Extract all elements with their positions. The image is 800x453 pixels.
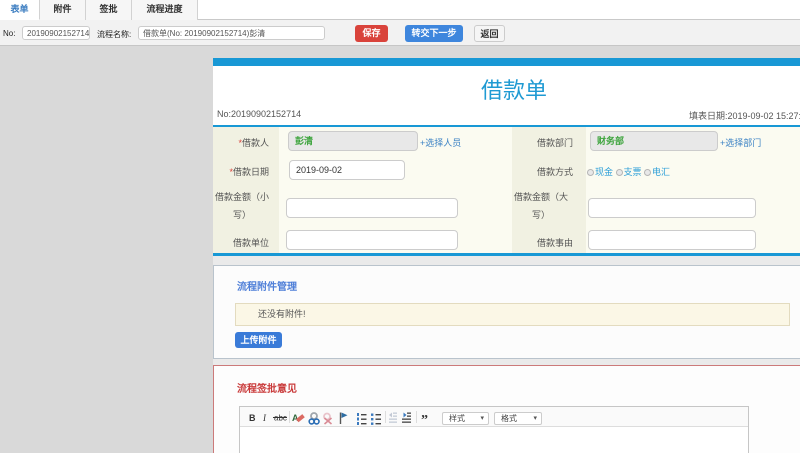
svg-text:”: ” [421,413,428,427]
svg-text:B: B [249,413,256,423]
svg-text:I: I [262,413,267,423]
